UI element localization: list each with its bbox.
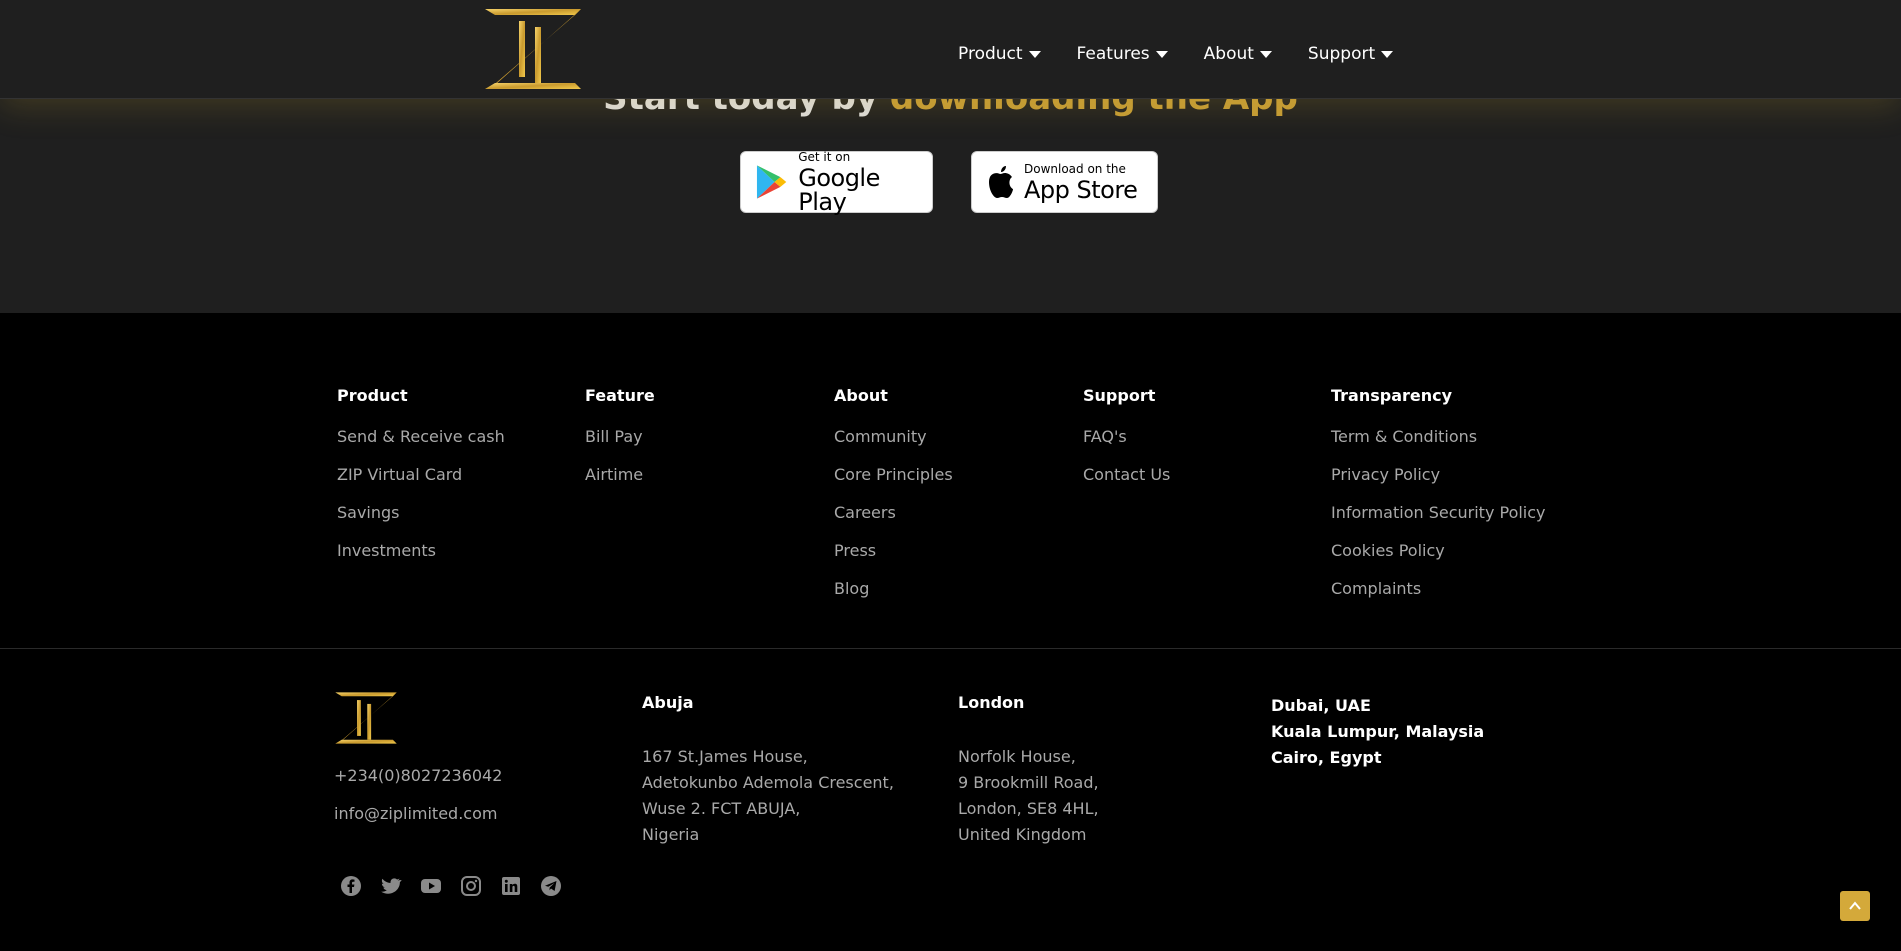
footer-link[interactable]: Privacy Policy	[1331, 465, 1546, 503]
scroll-to-top-button[interactable]	[1840, 891, 1870, 921]
caret-down-icon	[1028, 50, 1041, 58]
footer-link[interactable]: Bill Pay	[585, 427, 655, 465]
chevron-up-icon	[1849, 901, 1861, 910]
address-line: Norfolk House,	[958, 747, 1076, 766]
footer-link[interactable]: Complaints	[1331, 579, 1546, 617]
address-line: London, SE8 4HL,	[958, 799, 1099, 818]
twitter-icon[interactable]	[380, 875, 402, 897]
address-line: Nigeria	[642, 825, 700, 844]
office-abuja: Abuja 167 St.James House, Adetokunbo Ade…	[642, 693, 894, 848]
address-line: Adetokunbo Ademola Crescent,	[642, 773, 894, 792]
footer-link[interactable]: Core Principles	[834, 465, 953, 503]
caret-down-icon	[1155, 50, 1168, 58]
footer-link[interactable]: Airtime	[585, 465, 655, 503]
footer-link[interactable]: Send & Receive cash	[337, 427, 505, 465]
footer-column-title: Transparency	[1331, 386, 1453, 405]
office-london: London Norfolk House, 9 Brookmill Road, …	[958, 693, 1099, 848]
google-play-small: Get it on	[798, 149, 851, 164]
nav-support-label: Support	[1307, 44, 1376, 64]
nav-features-label: Features	[1076, 44, 1150, 64]
footer-links: Product Send & Receive cash ZIP Virtual …	[0, 313, 1901, 649]
footer-link[interactable]: Blog	[834, 579, 953, 617]
footer-link[interactable]: Information Security Policy	[1331, 503, 1546, 541]
caret-down-icon	[1381, 50, 1394, 58]
office-city: Cairo, Egypt	[1271, 748, 1382, 767]
nav-features[interactable]: Features	[1077, 44, 1168, 64]
nav-product-label: Product	[958, 44, 1023, 64]
nav-about[interactable]: About	[1204, 44, 1272, 64]
linkedin-icon[interactable]	[500, 875, 522, 897]
footer-column-product: Product Send & Receive cash ZIP Virtual …	[337, 386, 505, 579]
footer-column-title: Support	[1083, 386, 1156, 405]
footer-column-feature: Feature Bill Pay Airtime	[585, 386, 655, 503]
download-heading-accent: downloading the App	[890, 99, 1298, 118]
download-heading-plain: Start today by	[603, 99, 890, 118]
footer-column-support: Support FAQ's Contact Us	[1083, 386, 1170, 503]
footer-link[interactable]: Term & Conditions	[1331, 427, 1546, 465]
telegram-icon[interactable]	[540, 875, 562, 897]
caret-down-icon	[1259, 50, 1272, 58]
office-city: Kuala Lumpur, Malaysia	[1271, 722, 1485, 741]
footer-column-title: About	[834, 386, 888, 405]
apple-icon	[989, 166, 1013, 198]
address-line: Wuse 2. FCT ABUJA,	[642, 799, 801, 818]
google-play-big: Google Play	[798, 163, 880, 216]
footer-column-title: Feature	[585, 386, 655, 405]
phone-number[interactable]: +234(0)8027236042	[334, 766, 502, 785]
footer-column-transparency: Transparency Term & Conditions Privacy P…	[1331, 386, 1546, 617]
footer-column-about: About Community Core Principles Careers …	[834, 386, 953, 617]
other-offices: Dubai, UAE Kuala Lumpur, Malaysia Cairo,…	[1271, 693, 1484, 771]
email-address[interactable]: info@ziplimited.com	[334, 804, 497, 823]
instagram-icon[interactable]	[460, 875, 482, 897]
nav-product[interactable]: Product	[958, 44, 1041, 64]
youtube-icon[interactable]	[420, 875, 442, 897]
footer-link[interactable]: Community	[834, 427, 953, 465]
footer-link[interactable]: ZIP Virtual Card	[337, 465, 505, 503]
app-store-button[interactable]: Download on the App Store	[971, 151, 1158, 213]
social-links	[340, 875, 580, 897]
office-city: Abuja	[642, 693, 694, 712]
footer-link[interactable]: Investments	[337, 541, 505, 579]
footer-link[interactable]: Cookies Policy	[1331, 541, 1546, 579]
main-nav: Product Features About Support	[958, 44, 1429, 64]
zip-logo[interactable]	[483, 7, 583, 91]
nav-support[interactable]: Support	[1307, 44, 1394, 64]
footer-column-title: Product	[337, 386, 408, 405]
footer-link[interactable]: Press	[834, 541, 953, 579]
google-play-icon	[756, 165, 787, 199]
nav-about-label: About	[1203, 44, 1254, 64]
address-line: United Kingdom	[958, 825, 1087, 844]
download-heading: Start today by downloading the App	[0, 99, 1901, 118]
footer-link[interactable]: Contact Us	[1083, 465, 1170, 503]
facebook-icon[interactable]	[340, 875, 362, 897]
footer-contact: +234(0)8027236042 info@ziplimited.com Ab…	[0, 649, 1901, 951]
zip-logo-footer[interactable]	[334, 691, 398, 745]
footer-link[interactable]: Careers	[834, 503, 953, 541]
download-section: Start today by downloading the App Get i…	[0, 99, 1901, 313]
site-header: Product Features About Support	[0, 0, 1901, 99]
footer-link[interactable]: Savings	[337, 503, 505, 541]
footer-link[interactable]: FAQ's	[1083, 427, 1170, 465]
app-store-small: Download on the	[1024, 161, 1126, 176]
google-play-button[interactable]: Get it on Google Play	[740, 149, 933, 216]
address-line: 167 St.James House,	[642, 747, 808, 766]
office-city: Dubai, UAE	[1271, 696, 1371, 715]
address-line: 9 Brookmill Road,	[958, 773, 1099, 792]
app-store-big: App Store	[1024, 175, 1138, 204]
office-city: London	[958, 693, 1025, 712]
